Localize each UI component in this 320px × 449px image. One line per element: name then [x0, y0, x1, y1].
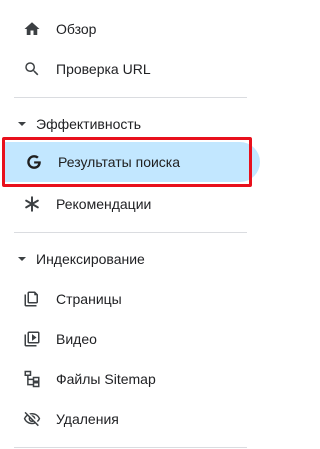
- asterisk-icon: [22, 194, 42, 214]
- section-title: Индексирование: [36, 251, 145, 267]
- nav-item-overview[interactable]: Обзор: [0, 9, 258, 49]
- divider: [14, 232, 247, 233]
- nav-item-url-inspection[interactable]: Проверка URL: [0, 49, 258, 89]
- nav-item-recommendations[interactable]: Рекомендации: [0, 184, 258, 224]
- nav-item-label: Проверка URL: [56, 61, 151, 77]
- sitemap-icon: [22, 369, 42, 389]
- nav-item-label: Страницы: [56, 291, 122, 307]
- divider: [14, 447, 247, 448]
- section-title: Эффективность: [36, 116, 142, 132]
- caret-down-icon: [17, 254, 27, 264]
- nav-item-label: Обзор: [56, 21, 97, 37]
- divider: [14, 97, 247, 98]
- sidebar-nav: Обзор Проверка URL Эффективность Результ…: [0, 0, 272, 449]
- nav-item-search-results[interactable]: Результаты поиска: [2, 142, 260, 182]
- nav-item-video[interactable]: Видео: [0, 319, 258, 359]
- nav-item-sitemaps[interactable]: Файлы Sitemap: [0, 359, 258, 399]
- nav-item-pages[interactable]: Страницы: [0, 279, 258, 319]
- google-g-icon: [24, 152, 44, 172]
- nav-item-label: Видео: [56, 331, 97, 347]
- home-icon: [22, 19, 42, 39]
- nav-item-removals[interactable]: Удаления: [0, 399, 258, 439]
- nav-item-label: Удаления: [56, 411, 119, 427]
- nav-item-label: Рекомендации: [56, 196, 152, 212]
- removals-icon: [22, 409, 42, 429]
- section-header-indexing[interactable]: Индексирование: [0, 244, 258, 274]
- nav-item-label: Файлы Sitemap: [56, 371, 156, 387]
- pages-icon: [22, 289, 42, 309]
- search-icon: [22, 59, 42, 79]
- section-header-performance[interactable]: Эффективность: [0, 109, 258, 139]
- caret-down-icon: [17, 119, 27, 129]
- nav-item-label: Результаты поиска: [58, 154, 181, 170]
- video-icon: [22, 329, 42, 349]
